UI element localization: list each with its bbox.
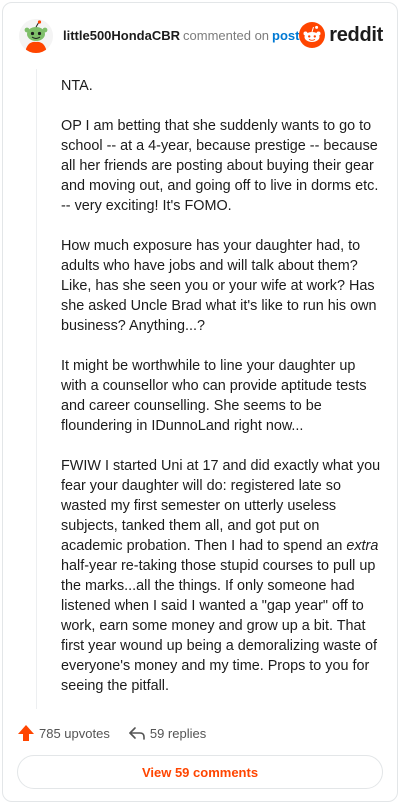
comment-card: little500HondaCBR commented on post reddit… bbox=[2, 2, 398, 802]
reply-arrow-icon bbox=[129, 727, 145, 740]
view-comments-button[interactable]: View 59 comments bbox=[17, 755, 383, 789]
reddit-wordmark: reddit bbox=[329, 24, 383, 46]
comment-paragraph: OP I am betting that she suddenly wants … bbox=[61, 118, 379, 214]
upvote-button[interactable]: 785 upvotes bbox=[17, 724, 110, 742]
comment-paragraph: NTA. bbox=[61, 78, 93, 94]
comment-meta: little500HondaCBR commented on post bbox=[63, 28, 299, 43]
paragraph-text: half-year re-taking those stupid courses… bbox=[61, 558, 377, 694]
username-link[interactable]: little500HondaCBR bbox=[63, 28, 180, 43]
action-text: commented on bbox=[183, 28, 270, 43]
upvote-arrow-icon bbox=[18, 725, 34, 741]
comment-header: little500HondaCBR commented on post reddit bbox=[3, 3, 397, 67]
comment-paragraph: How much exposure has your daughter had,… bbox=[61, 238, 377, 334]
replies-count: 59 replies bbox=[149, 725, 207, 741]
comment-paragraph: It might be worthwhile to line your daug… bbox=[61, 358, 367, 434]
thread-line[interactable] bbox=[36, 69, 37, 709]
post-link[interactable]: post bbox=[272, 28, 299, 43]
comment-paragraph-last: FWIW I started Uni at 17 and did exactly… bbox=[61, 456, 381, 696]
comment-actions: 785 upvotes 59 replies bbox=[17, 721, 206, 745]
emphasis-text: extra bbox=[346, 538, 379, 554]
replies-button[interactable]: 59 replies bbox=[128, 724, 206, 742]
user-avatar[interactable] bbox=[19, 19, 53, 53]
reddit-brand[interactable]: reddit bbox=[299, 22, 383, 48]
upvote-count: 785 upvotes bbox=[39, 725, 110, 741]
reddit-logo-icon bbox=[299, 22, 326, 48]
paragraph-text: FWIW I started Uni at 17 and did exactly… bbox=[61, 458, 381, 554]
snoo-avatar-icon bbox=[19, 19, 53, 53]
comment-body: NTA. OP I am betting that she suddenly w… bbox=[61, 76, 381, 716]
